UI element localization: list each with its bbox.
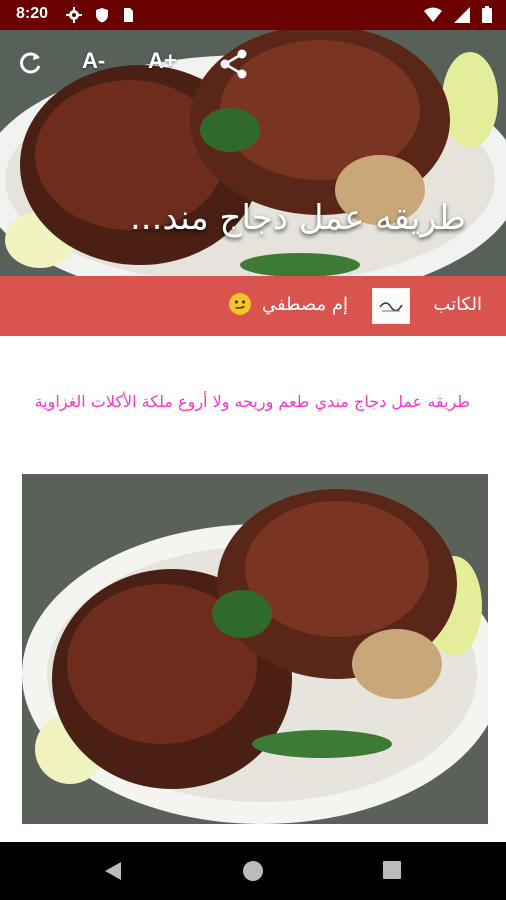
share-icon[interactable] [218,48,250,80]
battery-icon [482,6,492,23]
article-title: طريقه عمل دجاج مند... [129,198,466,238]
author-name[interactable]: إم مصطفي [262,294,348,315]
hero-image: A- A+ طريقه عمل دجاج مند... [0,30,506,276]
article-toolbar: A- A+ [0,30,506,100]
back-icon[interactable] [102,860,124,882]
article-intro: طريقه عمل دجاج مندي طعم وريحه ولا أروع م… [34,392,470,411]
author-avatar[interactable] [372,288,410,324]
article-image[interactable] [22,474,488,824]
refresh-icon[interactable] [18,50,44,76]
avatar-image [376,293,406,319]
sim-card-icon [124,8,133,22]
shield-icon [96,8,108,23]
recents-icon[interactable] [382,860,402,880]
signal-icon [454,6,470,23]
home-icon[interactable] [242,860,264,882]
status-bar: 8:20 [0,0,506,30]
author-label: الكاتب [433,294,482,315]
author-bar: الكاتب إم مصطفي [0,276,506,336]
font-increase-button[interactable]: A+ [148,48,177,74]
status-time: 8:20 [16,5,49,22]
wifi-icon [424,7,442,22]
smiley-emoji-icon [229,293,251,315]
roast-chicken-photo [22,474,488,824]
gear-icon [66,7,82,23]
font-decrease-button[interactable]: A- [82,48,105,74]
navigation-bar [0,842,506,900]
